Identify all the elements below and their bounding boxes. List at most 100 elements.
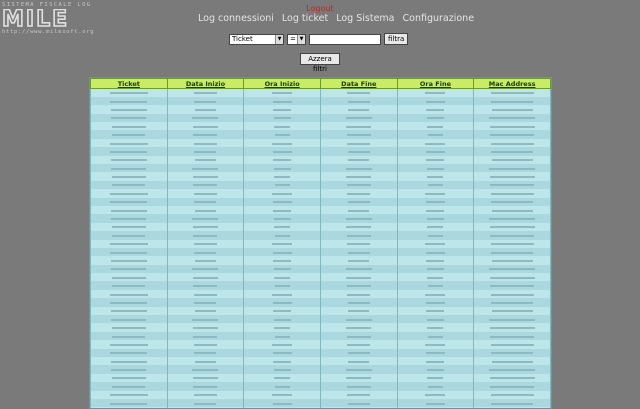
- cell-placeholder: [426, 117, 444, 120]
- table-cell: [243, 315, 321, 324]
- table-cell: [319, 348, 398, 357]
- table-cell: [166, 382, 245, 391]
- table-cell: [243, 289, 321, 299]
- cell-placeholder: [346, 335, 371, 338]
- nav-log-ticket[interactable]: Log ticket: [282, 13, 328, 24]
- filter-field-select[interactable]: Ticket ▼: [229, 33, 284, 45]
- cell-placeholder: [348, 159, 370, 162]
- cell-placeholder: [425, 100, 445, 103]
- table-row: [90, 231, 551, 240]
- logo: SISTEMA FISCALE LOG MILE http://www.mile…: [2, 2, 104, 36]
- cell-placeholder: [346, 285, 371, 288]
- table-cell: [396, 155, 475, 165]
- table-row: [90, 390, 551, 399]
- table-row: [90, 298, 551, 307]
- col-ora-fine[interactable]: Ora Fine: [396, 78, 475, 89]
- table-row: [90, 373, 551, 383]
- table-cell: [319, 298, 398, 307]
- filter-button[interactable]: filtra: [384, 33, 409, 45]
- table-cell: [166, 298, 245, 307]
- table-row: [90, 256, 551, 265]
- cell-placeholder: [491, 251, 534, 254]
- cell-placeholder: [193, 285, 218, 288]
- cell-placeholder: [192, 377, 218, 380]
- cell-placeholder: [192, 167, 219, 170]
- table-cell: [243, 113, 321, 123]
- cell-placeholder: [427, 234, 443, 237]
- cell-placeholder: [273, 318, 291, 321]
- table-cell: [166, 96, 245, 106]
- col-mac-address[interactable]: Mac Address: [473, 78, 551, 89]
- table-cell: [90, 197, 168, 206]
- table-cell: [396, 331, 475, 341]
- col-data-fine[interactable]: Data Fine: [319, 78, 398, 89]
- cell-placeholder: [272, 251, 292, 254]
- table-cell: [166, 138, 245, 148]
- cell-placeholder: [272, 352, 292, 355]
- cell-placeholder: [110, 251, 148, 254]
- cell-placeholder: [272, 301, 292, 304]
- table-cell: [166, 172, 245, 181]
- cell-placeholder: [345, 218, 372, 221]
- cell-placeholder: [490, 92, 534, 95]
- table-cell: [166, 189, 245, 198]
- cell-placeholder: [347, 150, 370, 153]
- table-cell: [243, 138, 321, 148]
- table-cell: [243, 331, 321, 341]
- cell-placeholder: [194, 402, 217, 405]
- cell-placeholder: [273, 117, 291, 120]
- table-cell: [166, 113, 245, 123]
- table-cell: [90, 323, 168, 332]
- cell-placeholder: [345, 369, 372, 372]
- cell-placeholder: [346, 226, 372, 229]
- filter-value-input[interactable]: [309, 33, 381, 45]
- table-cell: [90, 382, 168, 391]
- cell-placeholder: [192, 117, 219, 120]
- table-cell: [90, 264, 168, 274]
- table-row: [90, 340, 551, 349]
- table-cell: [396, 197, 475, 206]
- nav-configurazione[interactable]: Configurazione: [403, 13, 475, 24]
- col-data-inizio[interactable]: Data Inizio: [166, 78, 245, 89]
- nav-log-connessioni[interactable]: Log connessioni: [198, 13, 274, 24]
- cell-placeholder: [426, 167, 444, 170]
- cell-placeholder: [346, 385, 371, 388]
- table-cell: [319, 390, 398, 399]
- cell-placeholder: [490, 142, 534, 145]
- table-cell: [166, 147, 245, 156]
- cell-placeholder: [347, 293, 371, 296]
- cell-placeholder: [272, 343, 293, 346]
- cell-placeholder: [489, 125, 535, 128]
- logo-mark: MILE: [2, 9, 68, 28]
- cell-placeholder: [272, 142, 293, 145]
- table-cell: [473, 373, 551, 383]
- cell-placeholder: [110, 201, 148, 204]
- cell-placeholder: [193, 385, 218, 388]
- cell-placeholder: [194, 201, 217, 204]
- nav-log-sistema[interactable]: Log Sistema: [336, 13, 394, 24]
- cell-placeholder: [427, 385, 443, 388]
- table-cell: [166, 88, 245, 97]
- cell-placeholder: [193, 142, 217, 145]
- table-cell: [396, 289, 475, 299]
- reset-filters-button[interactable]: Azzera filtri: [300, 53, 340, 73]
- table-cell: [396, 398, 475, 408]
- table-cell: [396, 222, 475, 232]
- cell-placeholder: [426, 108, 445, 111]
- table-cell: [166, 214, 245, 223]
- cell-placeholder: [194, 100, 217, 103]
- col-ticket[interactable]: Ticket: [90, 78, 168, 89]
- table-cell: [396, 189, 475, 198]
- filter-operator-select[interactable]: = ▼: [287, 33, 306, 45]
- table-row: [90, 382, 551, 391]
- table-cell: [396, 105, 475, 114]
- cell-placeholder: [273, 159, 292, 162]
- col-ora-inizio[interactable]: Ora Inizio: [243, 78, 321, 89]
- logout-link[interactable]: Logout: [300, 4, 340, 13]
- cell-placeholder: [489, 327, 535, 330]
- table-cell: [166, 247, 245, 257]
- cell-placeholder: [347, 100, 370, 103]
- table-cell: [473, 331, 551, 341]
- table-row: [90, 214, 551, 223]
- table-cell: [319, 172, 398, 181]
